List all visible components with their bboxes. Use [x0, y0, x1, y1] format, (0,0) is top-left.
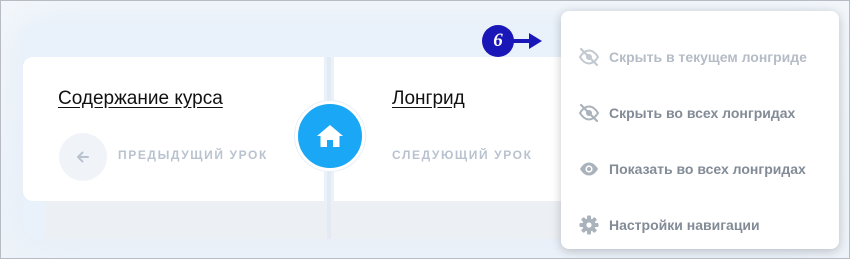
menu-item-label: Скрыть во всех лонгридах [609, 105, 796, 121]
eye-icon [578, 158, 600, 180]
home-button[interactable] [295, 101, 365, 171]
eye-off-icon [578, 102, 600, 124]
next-lesson-card [334, 57, 584, 201]
menu-item-label: Показать во всех лонгридах [609, 161, 806, 177]
next-lesson-title-link[interactable]: Лонгрид [392, 88, 465, 110]
screenshot-frame: Содержание курса ПРЕДЫДУЩИЙ УРОК Лонгрид… [0, 0, 850, 259]
eye-off-icon [578, 46, 600, 68]
gear-icon [578, 214, 600, 236]
prev-lesson-label[interactable]: ПРЕДЫДУЩИЙ УРОК [118, 148, 268, 162]
prev-lesson-title-link[interactable]: Содержание курса [58, 88, 223, 110]
arrow-left-icon [77, 151, 89, 163]
menu-item-navigation-settings[interactable]: Настройки навигации [561, 210, 839, 240]
pointer-arrow-icon [511, 33, 542, 49]
next-lesson-label[interactable]: СЛЕДУЮЩИЙ УРОК [392, 148, 533, 162]
home-icon [317, 125, 343, 147]
menu-item-label: Настройки навигации [609, 217, 760, 233]
prev-lesson-card [23, 57, 324, 201]
prev-lesson-button[interactable] [59, 133, 107, 181]
menu-item-hide-current[interactable]: Скрыть в текущем лонгриде [561, 42, 839, 72]
navigation-block-footer [45, 201, 565, 239]
visibility-context-menu: Скрыть в текущем лонгриде Скрыть во всех… [561, 11, 839, 249]
menu-item-show-all[interactable]: Показать во всех лонгридах [561, 154, 839, 184]
menu-item-label: Скрыть в текущем лонгриде [609, 49, 807, 65]
menu-item-hide-all[interactable]: Скрыть во всех лонгридах [561, 98, 839, 128]
